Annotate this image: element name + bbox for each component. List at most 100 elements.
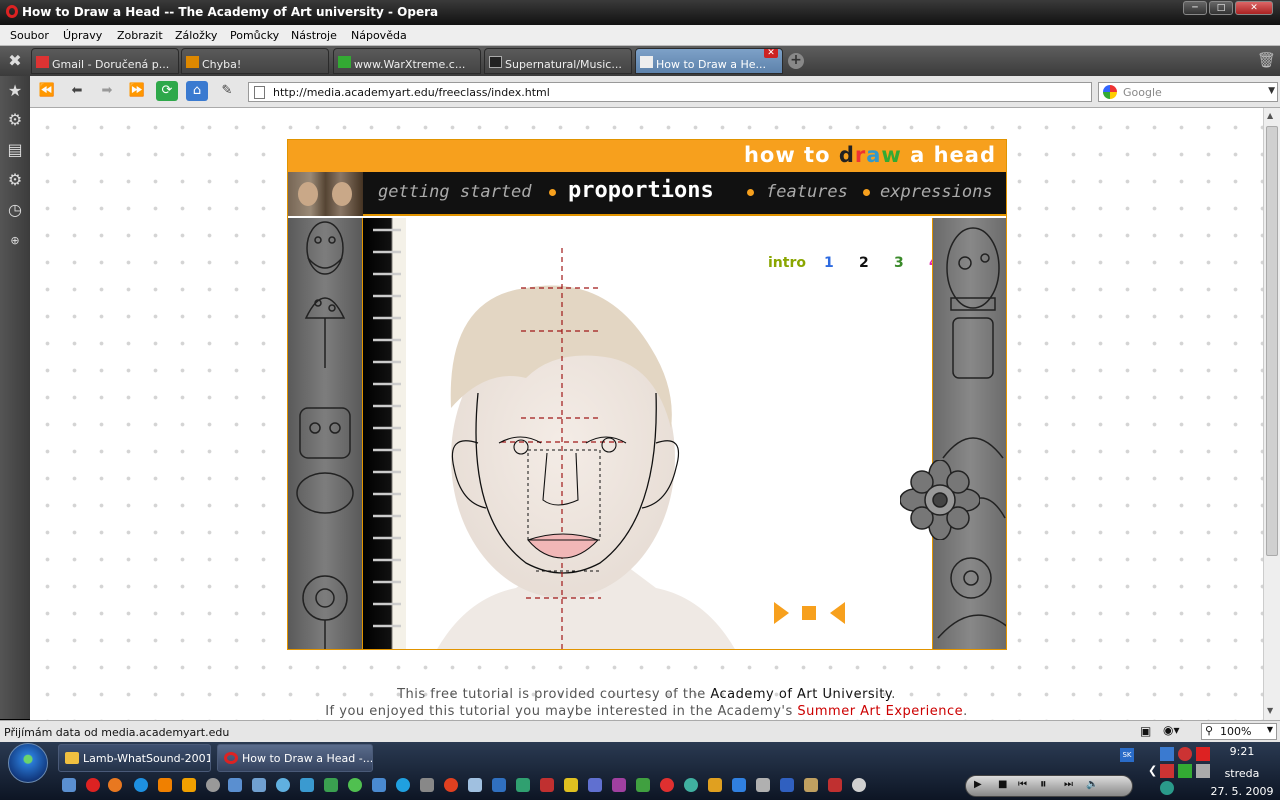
previous-icon[interactable]: ⏮ [1018,779,1027,790]
menu-upravy[interactable]: Úpravy [63,29,102,42]
app-icon[interactable] [252,778,266,792]
tab-supernatural[interactable]: Supernatural/Music... [484,48,632,74]
next-icon[interactable]: ⏭ [1064,779,1073,790]
app-icon[interactable] [468,778,482,792]
app-icon[interactable] [276,778,290,792]
step-1[interactable]: 1 [824,255,834,271]
fast-forward-icon[interactable]: ⏩ [126,81,148,101]
tray-app-icon[interactable] [1196,747,1210,761]
language-indicator[interactable]: SK [1120,748,1134,762]
pause-icon[interactable]: ⏸ [1040,777,1047,792]
tab-gmail[interactable]: Gmail - Doručená p... [31,48,179,74]
tab-how-to-draw[interactable]: How to Draw a He... ✕ [635,48,783,74]
history-clock-icon[interactable]: ◷ [5,200,25,220]
app-icon[interactable] [324,778,338,792]
step-intro[interactable]: intro [768,255,806,271]
stop-icon[interactable]: ■ [998,779,1007,790]
stop-icon[interactable] [802,606,816,620]
gear-icon[interactable]: ⚙ [5,110,25,130]
tray-app-icon[interactable] [1196,764,1210,778]
app-icon[interactable] [804,778,818,792]
app-icon[interactable] [228,778,242,792]
clock[interactable]: 9:21 streda 27. 5. 2009 [1210,745,1274,799]
new-tab-icon[interactable]: + [788,53,804,69]
chevron-left-icon[interactable]: ❮ [1148,764,1157,777]
play-forward-icon[interactable] [774,602,789,624]
app-icon[interactable] [708,778,722,792]
camera-icon[interactable]: ◉▾ [1163,723,1180,737]
address-input[interactable]: http://media.academyart.edu/freeclass/in… [248,82,1092,102]
reload-icon[interactable]: ⟳ [156,81,178,101]
ie-icon[interactable] [134,778,148,792]
academy-link[interactable]: Academy of Art University [710,687,891,702]
back-icon[interactable]: ⬅ [66,81,88,101]
menu-pomucky[interactable]: Pomůcky [230,29,279,42]
app-icon[interactable] [660,778,674,792]
home-icon[interactable]: ⌂ [186,81,208,101]
app-icon[interactable] [780,778,794,792]
app-icon[interactable] [300,778,314,792]
app-icon[interactable] [684,778,698,792]
menu-zobrazit[interactable]: Zobrazit [117,29,163,42]
media-icon[interactable] [206,778,220,792]
scroll-up-icon[interactable]: ▲ [1267,111,1273,120]
firefox-icon[interactable] [108,778,122,792]
nav-expressions[interactable]: expressions [880,182,993,202]
summer-art-link[interactable]: Summer Art Experience [797,704,963,719]
feed-icon[interactable]: ⚙ [5,170,25,190]
antivirus-icon[interactable] [1178,747,1192,761]
zoom-control[interactable]: ⚲ 100% ▼ [1201,723,1277,740]
chat-icon[interactable]: ▤ [5,140,25,160]
play-back-icon[interactable] [830,602,845,624]
tab-chyba[interactable]: Chyba! [181,48,329,74]
tray-app-icon[interactable] [1160,781,1174,795]
play-icon[interactable]: ▶ [974,779,982,790]
search-input[interactable]: Google ▼ [1098,82,1278,102]
winamp-icon[interactable] [182,778,196,792]
start-button[interactable] [8,743,48,783]
task-opera[interactable]: How to Draw a Head -... [217,744,373,772]
network-icon[interactable] [1160,747,1174,761]
app-icon[interactable] [612,778,626,792]
scroll-down-icon[interactable]: ▼ [1267,706,1273,715]
chevron-down-icon[interactable]: ▼ [1267,725,1273,734]
tray-app-icon[interactable] [1160,764,1174,778]
skype-icon[interactable] [396,778,410,792]
trash-icon[interactable]: 🗑 [1257,51,1276,69]
desktop-icon[interactable] [62,778,76,792]
task-lamb-folder[interactable]: Lamb-WhatSound-2001 [58,744,211,772]
panel-toggle-icon[interactable]: ▣ [1140,724,1151,738]
app-icon[interactable] [492,778,506,792]
rewind-icon[interactable]: ⏪ [36,81,58,101]
app-icon[interactable] [516,778,530,792]
nav-proportions[interactable]: proportions [568,178,714,203]
app-icon[interactable] [756,778,770,792]
edit-pen-icon[interactable]: ✎ [216,81,238,101]
menu-soubor[interactable]: Soubor [10,29,49,42]
tab-warxtreme[interactable]: www.WarXtreme.c... [333,48,481,74]
vertical-scrollbar[interactable]: ▲ ▼ [1263,108,1280,720]
close-button[interactable]: ✕ [1235,1,1273,15]
app-icon[interactable] [540,778,554,792]
app-icon[interactable] [348,778,362,792]
tools-icon[interactable]: ✖ [5,51,25,71]
app-icon[interactable] [588,778,602,792]
step-3[interactable]: 3 [894,255,904,271]
app-icon[interactable] [636,778,650,792]
menu-zalozky[interactable]: Záložky [175,29,217,42]
nav-getting-started[interactable]: getting started [378,182,532,202]
app-icon[interactable] [372,778,386,792]
add-panel-icon[interactable]: ⊕ [5,231,25,251]
tray-app-icon[interactable] [1178,764,1192,778]
app-icon[interactable] [828,778,842,792]
nav-features[interactable]: features [766,182,848,202]
close-tab-icon[interactable]: ✕ [764,49,778,58]
maximize-button[interactable]: □ [1209,1,1233,15]
app-icon[interactable] [852,778,866,792]
app-icon[interactable] [732,778,746,792]
minimize-button[interactable]: ─ [1183,1,1207,15]
app-icon[interactable] [564,778,578,792]
scroll-thumb[interactable] [1266,126,1278,556]
step-2[interactable]: 2 [859,255,869,271]
app-icon[interactable] [420,778,434,792]
